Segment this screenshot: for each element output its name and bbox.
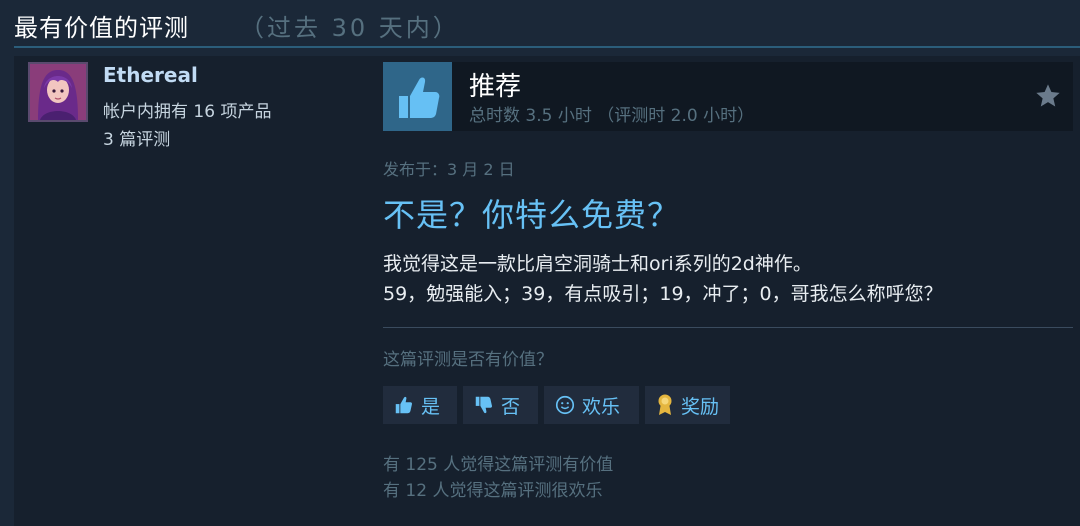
review-body-line: 59，勉强能入；39，有点吸引；19，冲了；0，哥我怎么称呼您？ [383,283,943,305]
vote-no-button[interactable]: 否 [463,386,538,424]
helpful-question: 这篇评测是否有价值？ [383,350,553,370]
playtime-hours: 总时数 3.5 小时 （评测时 2.0 小时） [469,106,755,126]
star-icon[interactable] [1034,82,1062,110]
smiley-icon [555,395,575,415]
review-title: 不是？你特么免费？ [383,196,681,234]
thumbs-up-icon [395,396,413,414]
review-body-line: 我觉得这是一款比肩空洞骑士和ori系列的2d神作。 [383,253,812,275]
review-count-link[interactable]: 3 篇评测 [103,125,170,150]
award-button[interactable]: 奖励 [645,386,730,424]
vote-yes-button[interactable]: 是 [383,386,457,424]
award-icon [658,394,672,415]
avatar[interactable] [28,62,88,122]
products-owned-link[interactable]: 帐户内拥有 16 项产品 [103,97,271,122]
vote-no-label: 否 [501,395,521,418]
recommended-thumb-icon [383,62,452,131]
vote-yes-label: 是 [421,395,441,418]
award-label: 奖励 [681,395,720,418]
vote-funny-button[interactable]: 欢乐 [544,386,639,424]
divider [383,327,1073,328]
section-subtitle: （过去 30 天内） [240,14,460,42]
author-name-link[interactable]: Ethereal [103,63,198,87]
helpful-count: 有 125 人觉得这篇评测有价值 [383,455,614,475]
posted-date: 发布于：3 月 2 日 [383,160,515,179]
recommendation-label: 推荐 [469,72,522,102]
section-title: 最有价值的评测 [14,14,189,42]
vote-funny-label: 欢乐 [582,395,621,418]
section-header: 最有价值的评测 （过去 30 天内） [0,0,1080,48]
thumbs-down-icon [475,396,493,414]
funny-count: 有 12 人觉得这篇评测很欢乐 [383,481,603,501]
header-divider [14,46,1080,48]
